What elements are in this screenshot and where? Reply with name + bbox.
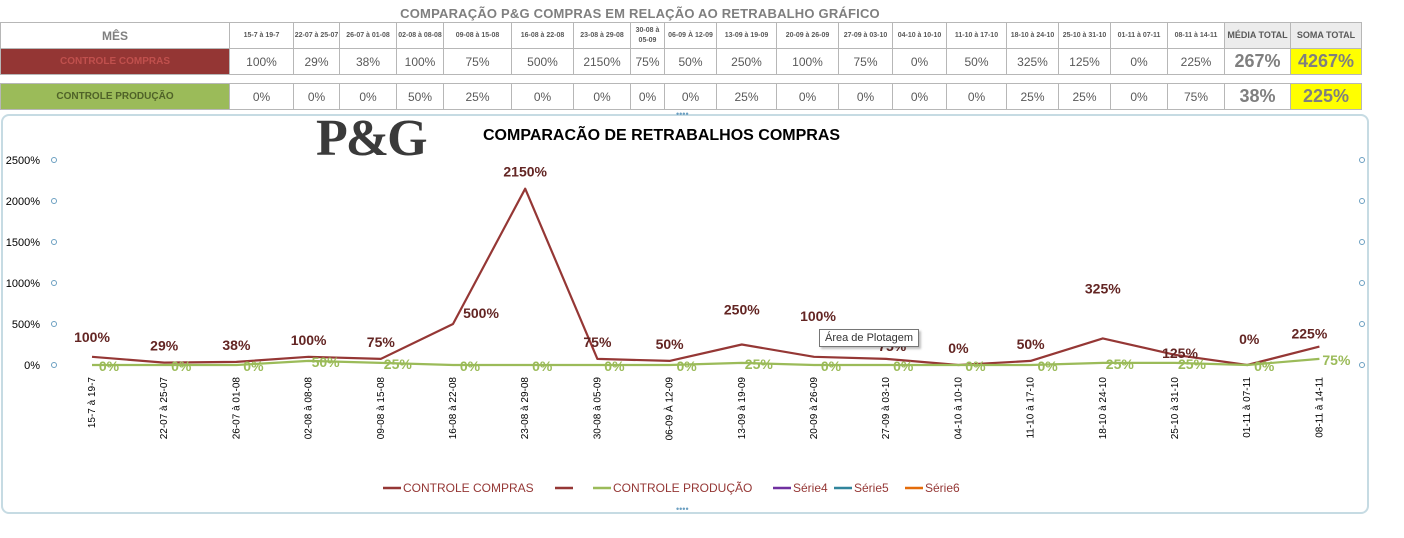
selection-handle xyxy=(51,280,57,286)
data-label: 0% xyxy=(532,358,553,374)
y-tick-label: 1500% xyxy=(6,237,40,249)
y-tick-label: 2500% xyxy=(6,155,40,167)
x-tick-label: 26-07 à 01-08 xyxy=(231,377,242,440)
pg-logo: P&G xyxy=(316,110,427,167)
selection-handle xyxy=(1359,198,1365,204)
data-label: 100% xyxy=(74,329,110,345)
x-tick-label: 25-10 à 31-10 xyxy=(1170,377,1181,440)
x-tick-label: 09-08 à 15-08 xyxy=(376,377,387,440)
selection-handle xyxy=(1359,362,1365,368)
selection-handle xyxy=(51,157,57,163)
x-tick-label: 18-10 à 24-10 xyxy=(1098,377,1109,440)
data-label: 225% xyxy=(1291,326,1327,342)
data-label: 50% xyxy=(656,336,685,352)
spreadsheet: COMPARAÇÃO P&G COMPRAS EM RELAÇÃO AO RET… xyxy=(0,0,1404,538)
selection-handle xyxy=(51,321,57,327)
data-label: 50% xyxy=(1017,336,1046,352)
x-tick-label: 11-10 à 17-10 xyxy=(1026,377,1037,439)
data-label: 0% xyxy=(1254,358,1275,374)
x-tick-label: 13-09 à 19-09 xyxy=(737,377,748,440)
legend-label: Série5 xyxy=(854,481,889,495)
plot-area-tooltip: Área de Plotagem xyxy=(819,329,920,347)
data-label: 500% xyxy=(463,305,499,321)
x-tick-label: 23-08 à 29-08 xyxy=(520,377,531,440)
selection-handle xyxy=(1359,321,1365,327)
data-label: 0% xyxy=(1037,358,1058,374)
x-tick-label: 30-08 à 05-09 xyxy=(592,377,603,440)
data-label: 2150% xyxy=(503,164,547,180)
x-tick-label: 27-09 à 03-10 xyxy=(881,377,892,440)
data-label: 0% xyxy=(676,358,697,374)
data-label: 0% xyxy=(99,358,120,374)
data-label: 75% xyxy=(1322,352,1351,368)
data-label: 100% xyxy=(800,308,836,324)
data-label: 25% xyxy=(384,356,413,372)
x-tick-label: 08-11 à 14-11 xyxy=(1314,377,1325,438)
data-label: 25% xyxy=(1106,356,1135,372)
selection-handle xyxy=(1359,157,1365,163)
line-chart: P&G COMPARACÃO DE RETRABALHOS COMPRAS 0% 50… xyxy=(6,109,1365,514)
data-label: 0% xyxy=(948,340,969,356)
series-line-1 xyxy=(91,187,1320,367)
data-label: 0% xyxy=(460,358,481,374)
data-label: 25% xyxy=(1178,356,1207,372)
y-tick-label: 500% xyxy=(12,319,40,331)
data-label: 0% xyxy=(171,358,192,374)
data-label: 0% xyxy=(893,358,914,374)
data-label: 75% xyxy=(367,334,396,350)
resize-handle-top: •••• xyxy=(676,109,689,119)
x-tick-label: 01-11 à 07-11 xyxy=(1242,377,1253,438)
legend-label: CONTROLE COMPRAS xyxy=(403,481,534,495)
y-tick-label: 2000% xyxy=(6,196,40,208)
y-tick-label: 1000% xyxy=(6,278,40,290)
x-tick-label: 04-10 à 10-10 xyxy=(953,377,964,440)
resize-handle-bottom: •••• xyxy=(676,504,689,514)
data-label: 0% xyxy=(1239,331,1260,347)
selection-handle xyxy=(1359,280,1365,286)
data-label: 25% xyxy=(745,356,774,372)
x-tick-label: 22-07 à 25-07 xyxy=(159,377,170,440)
x-tick-label: 06-09 À 12-09 xyxy=(663,377,676,441)
data-label: 50% xyxy=(312,354,341,370)
data-label: 325% xyxy=(1085,280,1121,296)
x-tick-label: 20-09 à 26-09 xyxy=(809,377,820,440)
selection-handle xyxy=(51,239,57,245)
selection-handle xyxy=(1359,239,1365,245)
legend-label: Série6 xyxy=(925,481,960,495)
legend-label: CONTROLE PRODUÇÃO xyxy=(613,481,752,495)
data-label: 100% xyxy=(291,332,327,348)
selection-handle xyxy=(51,362,57,368)
data-label: 0% xyxy=(821,358,842,374)
selection-handle xyxy=(51,198,57,204)
data-label: 38% xyxy=(222,337,251,353)
data-label: 29% xyxy=(150,338,179,354)
y-tick-label: 0% xyxy=(24,360,40,372)
data-label: 0% xyxy=(965,358,986,374)
x-tick-label: 16-08 à 22-08 xyxy=(448,377,459,440)
chart-title: COMPARACÃO DE RETRABALHOS COMPRAS xyxy=(483,124,840,144)
legend-label: Série4 xyxy=(793,481,828,495)
data-label: 75% xyxy=(583,334,612,350)
data-label: 0% xyxy=(243,358,264,374)
data-label: 0% xyxy=(604,358,625,374)
x-tick-label: 02-08 à 08-08 xyxy=(304,377,315,440)
data-label: 250% xyxy=(724,302,760,318)
x-tick-label: 15-7 à 19-7 xyxy=(87,377,98,429)
